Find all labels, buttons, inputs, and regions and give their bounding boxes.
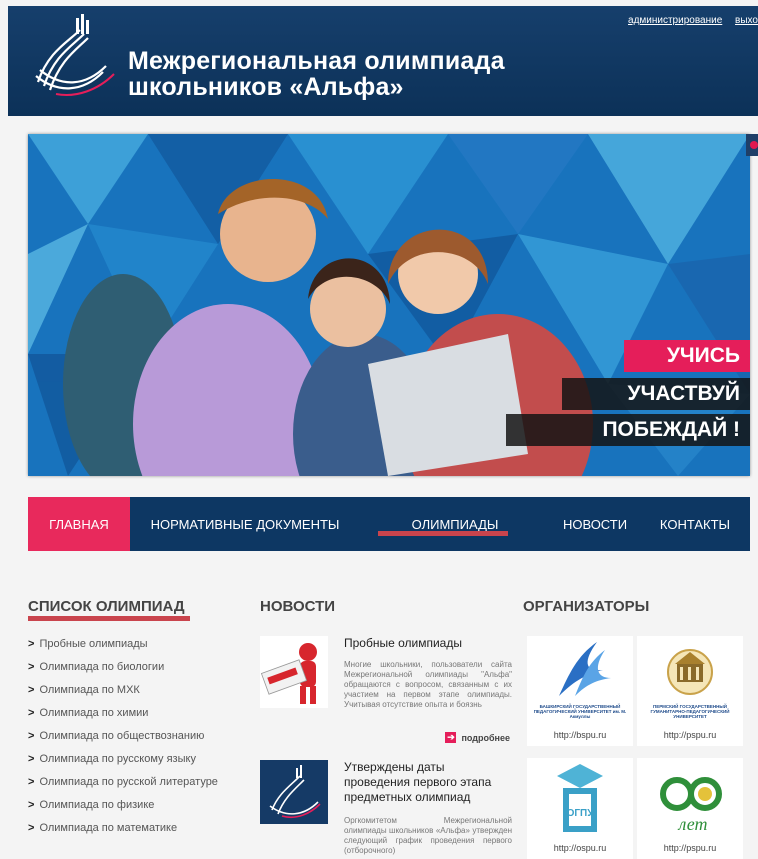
exit-link[interactable]: выхо bbox=[735, 15, 758, 26]
list-item[interactable]: > Олимпиада по МХК bbox=[28, 682, 248, 705]
chevron-right-icon: > bbox=[28, 776, 35, 788]
anniversary-80-icon: лет bbox=[660, 777, 722, 834]
organizer-caption: БАШКИРСКИЙ ГОСУДАРСТВЕННЫЙ ПЕДАГОГИЧЕСКИ… bbox=[533, 704, 627, 719]
organizer-link[interactable]: http://bspu.ru bbox=[527, 730, 633, 740]
organizer-card-pspu[interactable]: ПЕРМСКИЙ ГОСУДАРСТВЕННЫЙ ГУМАНИТАРНО-ПЕД… bbox=[637, 636, 743, 746]
site-header: администрирование выхо Межрегиональная о… bbox=[8, 6, 758, 116]
organizer-card-pspu-anniversary[interactable]: лет http://pspu.ru bbox=[637, 758, 743, 859]
alpha-logo-icon[interactable] bbox=[28, 12, 118, 100]
site-title-line2: школьников «Альфа» bbox=[128, 73, 404, 101]
news-title: НОВОСТИ bbox=[260, 598, 336, 615]
ospu-logo-icon: ОГПУ bbox=[557, 764, 603, 832]
news-item: Утверждены даты проведения первого этапа… bbox=[260, 760, 512, 859]
nav-news[interactable]: НОВОСТИ bbox=[550, 497, 640, 551]
top-links: администрирование выхо bbox=[618, 15, 758, 26]
banner-slider-control[interactable] bbox=[746, 134, 758, 156]
olympiads-title: СПИСОК ОЛИМПИАД bbox=[28, 598, 185, 615]
main-nav: ГЛАВНАЯ НОРМАТИВНЫЕ ДОКУМЕНТЫ ОЛИМПИАДЫ … bbox=[28, 497, 750, 551]
list-item[interactable]: > Олимпиада по физике bbox=[28, 797, 248, 820]
ospu-logo-text: ОГПУ bbox=[567, 808, 595, 819]
admin-link[interactable]: администрирование bbox=[628, 15, 722, 26]
list-item[interactable]: > Пробные олимпиады bbox=[28, 636, 248, 659]
pspu-emblem-icon bbox=[667, 649, 713, 695]
nav-olympiads[interactable]: ОЛИМПИАДЫ bbox=[360, 497, 550, 551]
slogan-learn: УЧИСЬ bbox=[624, 340, 750, 372]
chevron-right-icon: > bbox=[28, 684, 35, 696]
organizer-card-bspu[interactable]: БАШКИРСКИЙ ГОСУДАРСТВЕННЫЙ ПЕДАГОГИЧЕСКИ… bbox=[527, 636, 633, 746]
organizer-caption: ПЕРМСКИЙ ГОСУДАРСТВЕННЫЙ ГУМАНИТАРНО-ПЕД… bbox=[650, 704, 730, 719]
site-title: Межрегиональная олимпиада школьников «Ал… bbox=[128, 48, 505, 100]
nav-contacts[interactable]: КОНТАКТЫ bbox=[640, 497, 750, 551]
chevron-right-icon: > bbox=[28, 707, 35, 719]
news-item-text: Многие школьники, пользователи сайта Меж… bbox=[344, 660, 512, 709]
news-item-title[interactable]: Пробные олимпиады bbox=[344, 636, 512, 651]
list-item[interactable]: > Олимпиада по русскому языку bbox=[28, 751, 248, 774]
site-title-line1: Межрегиональная олимпиада bbox=[128, 47, 505, 75]
nav-active-underline bbox=[378, 531, 508, 536]
slogan-participate: УЧАСТВУЙ bbox=[562, 378, 750, 410]
news-item-text: Оргкомитетом Межрегиональной олимпиады ш… bbox=[344, 816, 512, 855]
list-item[interactable]: > Олимпиада по математике bbox=[28, 820, 248, 843]
olympiads-list: > Пробные олимпиады > Олимпиада по биологи… bbox=[28, 636, 248, 843]
chevron-right-icon: > bbox=[28, 799, 35, 811]
list-item[interactable]: > Олимпиада по биологии bbox=[28, 659, 248, 682]
nav-documents[interactable]: НОРМАТИВНЫЕ ДОКУМЕНТЫ bbox=[130, 497, 360, 551]
more-link[interactable]: ➔ подробнее bbox=[445, 732, 510, 743]
news-item-title[interactable]: Утверждены даты проведения первого этапа… bbox=[344, 760, 512, 805]
news-image-mascot[interactable] bbox=[260, 636, 328, 708]
chevron-right-icon: > bbox=[28, 822, 35, 834]
chevron-right-icon: > bbox=[28, 753, 35, 765]
olympiads-title-underline bbox=[28, 616, 190, 621]
list-item[interactable]: > Олимпиада по обществознанию bbox=[28, 728, 248, 751]
anniversary-text: лет bbox=[677, 814, 707, 834]
organizer-link[interactable]: http://pspu.ru bbox=[637, 843, 743, 853]
news-image-logo[interactable] bbox=[260, 760, 328, 824]
arrow-right-icon: ➔ bbox=[445, 732, 457, 743]
list-item[interactable]: > Олимпиада по русской литературе bbox=[28, 774, 248, 797]
list-item[interactable]: > Олимпиада по химии bbox=[28, 705, 248, 728]
bspu-logo-icon bbox=[559, 642, 611, 696]
organizers-title: ОРГАНИЗАТОРЫ bbox=[523, 598, 650, 615]
nav-home[interactable]: ГЛАВНАЯ bbox=[28, 497, 130, 551]
organizer-link[interactable]: http://ospu.ru bbox=[527, 843, 633, 853]
chevron-right-icon: > bbox=[28, 638, 35, 650]
slogan-win: ПОБЕЖДАЙ ! bbox=[506, 414, 750, 446]
organizer-link[interactable]: http://pspu.ru bbox=[637, 730, 743, 740]
news-item: Пробные олимпиады Многие школьники, поль… bbox=[260, 636, 512, 748]
chevron-right-icon: > bbox=[28, 730, 35, 742]
chevron-right-icon: > bbox=[28, 661, 35, 673]
organizer-card-ospu[interactable]: ОГПУ http://ospu.ru bbox=[527, 758, 633, 859]
